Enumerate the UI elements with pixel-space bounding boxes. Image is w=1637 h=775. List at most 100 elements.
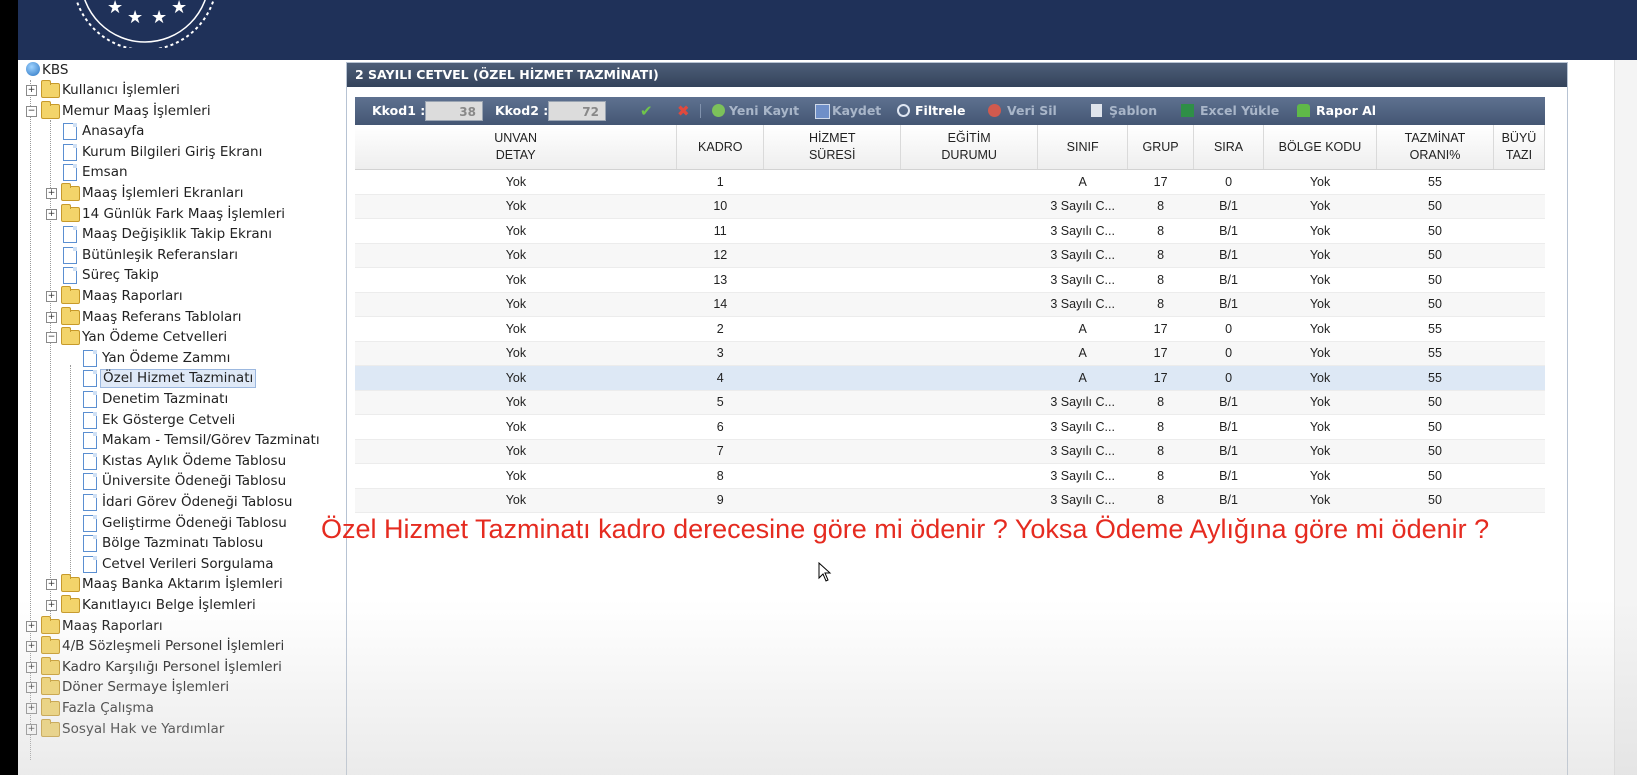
kkod1-input[interactable]: 38 [425,101,483,121]
collapse-icon[interactable]: − [26,105,37,117]
table-row[interactable]: Yok 2 A 17 0 Yok 55 [355,316,1545,342]
expand-icon[interactable]: + [46,208,57,220]
column-header[interactable]: BÜYÜ TAZI [1493,125,1545,170]
page-icon [83,473,97,491]
tree-item-label: Üniversite Ödeneği Tablosu [102,473,287,490]
table-row[interactable]: Yok 12 3 Sayılı C... 8 B/1 Yok 50 [355,243,1545,268]
table-cell [900,218,1038,244]
expand-icon[interactable]: + [26,661,37,673]
tree-item-label: Kurum Bilgileri Giriş Ekranı [82,143,263,160]
collapse-icon[interactable]: − [46,332,57,344]
table-cell: 55 [1376,169,1494,195]
table-row[interactable]: Yok 7 3 Sayılı C... 8 B/1 Yok 50 [355,439,1545,464]
folder-open-icon [61,327,80,346]
table-cell [900,463,1038,489]
tree-item-label: Maaş Referans Tabloları [82,308,242,325]
report-button[interactable]: Rapor Al [1316,97,1376,125]
column-header[interactable]: BÖLGE KODU [1263,125,1377,170]
expand-icon[interactable]: + [26,620,37,632]
tree-item-label: Maaş Değişiklik Takip Ekranı [82,226,272,243]
excel-upload-button[interactable]: Excel Yükle [1200,97,1279,125]
table-cell [900,414,1038,440]
table-row[interactable]: Yok 11 3 Sayılı C... 8 B/1 Yok 50 [355,218,1545,244]
expand-icon[interactable]: + [26,85,37,96]
page-icon [83,370,97,388]
tree-item-label: Kanıtlayıcı Belge İşlemleri [82,597,256,613]
table-cell [763,365,901,391]
table-row[interactable]: Yok 4 A 17 0 Yok 55 [355,365,1545,391]
column-header[interactable]: KADRO [676,125,765,170]
page-icon [63,226,77,244]
expand-icon[interactable]: + [46,600,57,611]
navigation-tree: KBS + Kullanıcı İşlemleri − Memur Maaş İşle… [18,60,356,775]
folder-icon [41,636,60,655]
expand-icon[interactable]: + [46,579,57,591]
column-header[interactable]: GRUP [1127,125,1195,170]
table-row[interactable]: Yok 6 3 Sayılı C... 8 B/1 Yok 50 [355,414,1545,440]
delete-button[interactable]: Veri Sil [1007,97,1057,125]
table-cell: 55 [1376,341,1494,366]
expand-icon[interactable]: + [46,291,57,302]
table-row[interactable]: Yok 8 3 Sayılı C... 8 B/1 Yok 50 [355,463,1545,489]
table-row[interactable]: Yok 1 A 17 0 Yok 55 [355,169,1545,195]
folder-icon [61,574,80,593]
table-cell: 50 [1376,439,1494,464]
confirm-check-icon[interactable]: ✔ [640,97,653,125]
expand-icon[interactable]: + [26,682,37,694]
table-cell: B/1 [1193,243,1264,268]
table-row[interactable]: Yok 10 3 Sayılı C... 8 B/1 Yok 50 [355,194,1545,219]
table-cell [900,169,1038,195]
new-record-button[interactable]: Yeni Kayıt [729,97,799,125]
expand-icon[interactable]: + [46,311,57,323]
table-cell: 0 [1193,365,1264,391]
table-cell [900,194,1038,219]
table-row[interactable]: Yok 14 3 Sayılı C... 8 B/1 Yok 50 [355,292,1545,317]
table-cell: 8 [1127,439,1194,464]
header-banner: ★ ★ ★ ★ ★ ★ [18,0,1637,60]
table-cell: 8 [1127,463,1194,489]
table-cell [1493,488,1545,513]
table-cell: Yok [355,218,677,244]
table-cell: Yok [355,316,677,342]
table-row[interactable]: Yok 13 3 Sayılı C... 8 B/1 Yok 50 [355,267,1545,293]
table-cell [900,267,1038,293]
folder-icon [41,698,60,716]
column-header[interactable]: SIRA [1193,125,1265,170]
table-cell: 8 [1127,194,1194,219]
tree-item-label: Sosyal Hak ve Yardımlar [62,720,225,737]
expand-icon[interactable]: + [26,723,37,735]
column-header[interactable]: SINIF [1037,125,1129,170]
expand-icon[interactable]: + [26,703,37,714]
data-grid: UNVAN DETAY KADRO HİZMET SÜRESİ EĞİTİM DURU… [355,125,1545,775]
table-cell: 17 [1127,341,1194,366]
table-cell: 8 [676,463,764,489]
tree-item-label: Maaş Raporları [82,288,183,304]
column-header[interactable]: TAZMİNAT ORANI% [1376,125,1494,170]
save-button[interactable]: Kaydet [832,97,881,125]
table-cell: 5 [676,390,764,415]
expand-icon[interactable]: + [26,641,37,653]
table-cell: Yok [355,267,677,293]
column-header[interactable]: UNVAN DETAY [355,125,678,170]
tree-item-label: İdari Görev Ödeneği Tablosu [102,494,293,510]
template-button[interactable]: Şablon [1109,97,1157,125]
tree-item-label: Maaş Raporları [62,617,163,634]
kkod2-input[interactable]: 72 [548,101,606,121]
expand-icon[interactable]: + [46,188,57,199]
table-cell [1493,243,1545,268]
table-cell: 3 Sayılı C... [1037,414,1128,440]
folder-icon [61,595,80,613]
filter-button[interactable]: Filtrele [915,97,966,125]
table-row[interactable]: Yok 9 3 Sayılı C... 8 B/1 Yok 50 [355,488,1545,513]
table-cell [1493,169,1545,195]
table-row[interactable]: Yok 5 3 Sayılı C... 8 B/1 Yok 50 [355,390,1545,415]
page-scrollbar[interactable] [1614,60,1637,775]
column-header[interactable]: EĞİTİM DURUMU [900,125,1039,170]
table-cell [1493,292,1545,317]
tree-item-label: Maaş Banka Aktarım İşlemleri [82,576,283,593]
tree-item-label: Emsan [82,164,128,181]
excel-icon [1181,104,1194,117]
column-header[interactable]: HİZMET SÜRESİ [763,125,902,170]
table-row[interactable]: Yok 3 A 17 0 Yok 55 [355,341,1545,366]
cancel-x-icon[interactable]: ✖ [677,97,690,125]
